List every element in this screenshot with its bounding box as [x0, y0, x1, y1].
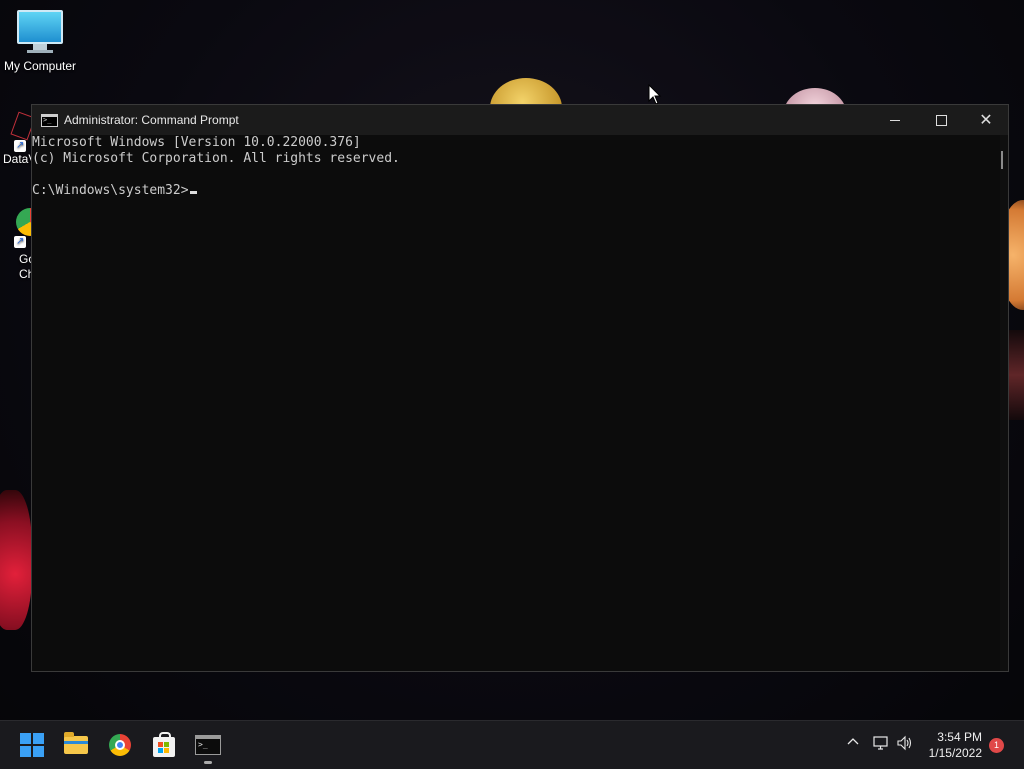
notification-badge[interactable]: 1 [989, 738, 1004, 753]
desktop-icon-my-computer[interactable]: My Computer [0, 10, 80, 73]
minimize-icon [890, 119, 900, 121]
clock-time: 3:54 PM [937, 730, 982, 744]
mouse-pointer-icon [648, 84, 662, 105]
console-line: (c) Microsoft Corporation. All rights re… [32, 151, 400, 166]
store-button[interactable] [146, 729, 182, 761]
monitor-icon [0, 10, 80, 53]
store-icon [153, 732, 175, 757]
close-icon: ✕ [979, 110, 993, 129]
maximize-icon [935, 114, 947, 126]
wallpaper-shape [1008, 330, 1024, 420]
active-app-indicator [204, 761, 212, 764]
vertical-scrollbar[interactable] [1000, 135, 1008, 671]
maximize-button[interactable] [918, 105, 964, 135]
start-icon [20, 733, 44, 757]
close-button[interactable]: ✕ [963, 105, 1009, 135]
network-icon[interactable] [872, 735, 890, 756]
file-explorer-button[interactable] [58, 729, 94, 761]
scrollbar-thumb[interactable] [1001, 151, 1003, 169]
terminal-button[interactable]: >_ [190, 729, 226, 761]
file-explorer-icon [64, 732, 88, 754]
taskbar: >_ 3:54 PM 1/15/2022 1 [0, 720, 1024, 769]
command-prompt-window[interactable]: Administrator: Command Prompt ✕ Microsof… [31, 104, 1009, 672]
show-hidden-icons-chevron-up-icon[interactable] [846, 735, 860, 754]
chrome-shortcut-icon: ↗ [0, 206, 44, 248]
console-line: Microsoft Windows [Version 10.0.22000.37… [32, 135, 361, 150]
wallpaper-shape [0, 490, 32, 630]
terminal-icon: >_ [195, 735, 221, 755]
console-prompt-line[interactable]: C:\Windows\system32> [32, 183, 1000, 199]
window-title: Administrator: Command Prompt [64, 113, 239, 127]
cmd-icon [41, 113, 58, 127]
console-prompt: C:\Windows\system32> [32, 183, 189, 198]
text-cursor [189, 191, 197, 194]
chrome-button[interactable] [102, 729, 138, 761]
clock[interactable]: 3:54 PM 1/15/2022 [924, 729, 982, 761]
desktop-icon-label: My Computer [3, 59, 77, 73]
chrome-icon [109, 734, 131, 756]
volume-icon[interactable] [896, 735, 914, 756]
start-button[interactable] [14, 729, 50, 761]
datav-icon: ↗ [0, 111, 36, 152]
clock-date: 1/15/2022 [928, 746, 982, 760]
console-output[interactable]: Microsoft Windows [Version 10.0.22000.37… [32, 135, 1000, 671]
window-titlebar[interactable]: Administrator: Command Prompt ✕ [32, 105, 1008, 135]
minimize-button[interactable] [872, 105, 918, 135]
